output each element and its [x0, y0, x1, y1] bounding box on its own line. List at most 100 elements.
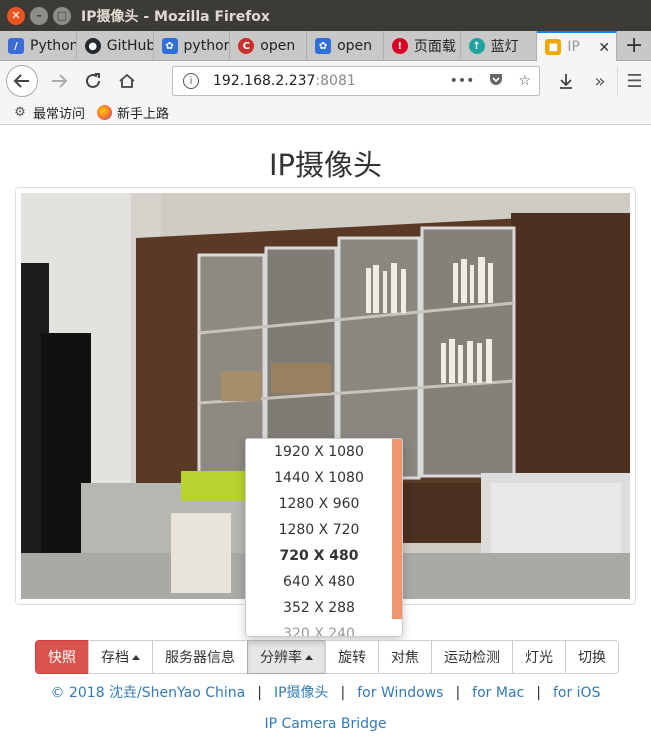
tab-close-icon[interactable]: ✕	[598, 40, 610, 56]
tab-label: open	[260, 38, 296, 54]
csdn-icon: C	[238, 38, 255, 54]
footer-link-mac[interactable]: for Mac	[472, 685, 524, 701]
tab-python-baidu[interactable]: ✿ python	[154, 31, 231, 61]
new-tab-button[interactable]: +	[617, 31, 651, 60]
tab-lantern[interactable]: ↑ 蓝灯	[461, 31, 538, 61]
window-minimize-icon[interactable]: –	[30, 6, 48, 25]
separator: |	[340, 685, 346, 701]
light-label: 灯光	[525, 650, 553, 666]
resolution-option[interactable]: 320 X 240	[246, 621, 392, 636]
rotate-label: 旋转	[338, 650, 366, 666]
focus-label: 对焦	[391, 650, 419, 666]
tab-label: 蓝灯	[490, 39, 519, 55]
tab-label: python	[183, 38, 230, 54]
tab-label: Python	[30, 38, 76, 54]
resolution-dropdown-menu[interactable]: 1920 X 1080 1440 X 1080 1280 X 960 1280 …	[245, 438, 403, 637]
site-info-icon[interactable]: i	[183, 73, 199, 89]
resolution-label: 分辨率	[260, 650, 302, 666]
tab-python[interactable]: / Python	[0, 31, 77, 61]
resolution-option-selected[interactable]: 720 X 480	[246, 543, 392, 569]
light-button[interactable]: 灯光	[512, 640, 566, 674]
lantern-icon: ↑	[468, 38, 485, 54]
firefox-icon	[97, 105, 113, 120]
dropdown-scrollbar[interactable]	[392, 439, 402, 619]
archive-label: 存档	[101, 650, 129, 666]
hamburger-menu-icon[interactable]: ☰	[617, 66, 651, 96]
tab-github[interactable]: ● GitHub	[77, 31, 154, 61]
tab-label: IP	[567, 39, 580, 55]
window-maximize-icon[interactable]: □	[53, 6, 71, 25]
url-port: :8081	[315, 73, 356, 89]
bookmarks-bar: ⚙ 最常访问 新手上路	[0, 101, 651, 125]
tab-label: open	[337, 38, 373, 54]
page-title: IP摄像头	[268, 148, 383, 182]
tab-label: 页面载	[413, 39, 456, 55]
tab-label: GitHub	[106, 38, 153, 54]
resolution-option[interactable]: 1440 X 1080	[246, 465, 392, 491]
resolution-option[interactable]: 1920 X 1080	[246, 439, 392, 465]
alert-icon: !	[391, 38, 408, 54]
tab-open-csdn[interactable]: C open	[230, 31, 308, 61]
footer-links: © 2018 沈垚/ShenYao China | IP摄像头 | for Window…	[0, 682, 651, 702]
download-icon[interactable]	[549, 66, 583, 96]
switch-label: 切换	[578, 650, 606, 666]
motion-detect-button[interactable]: 运动检测	[431, 640, 513, 674]
footer-link-ipcamera[interactable]: IP摄像头	[274, 685, 329, 701]
baidu-paw-icon: ✿	[161, 38, 178, 54]
back-arrow-icon[interactable]	[6, 65, 38, 97]
forward-arrow-icon[interactable]	[44, 66, 74, 96]
bookmark-most-visited[interactable]: ⚙ 最常访问	[12, 103, 85, 122]
tab-ip-camera[interactable]: ■ IP ✕	[537, 31, 618, 61]
motion-detect-label: 运动检测	[444, 650, 500, 666]
bookmark-label: 最常访问	[33, 107, 86, 122]
footer-link-windows[interactable]: for Windows	[357, 685, 443, 701]
overflow-chevron-icon[interactable]: »	[583, 66, 617, 96]
python-doc-icon: /	[8, 38, 24, 54]
baidu-paw-icon: ✿	[315, 38, 332, 54]
window-title: IP摄像头 - Mozilla Firefox	[81, 8, 270, 25]
url-text[interactable]: 192.168.2.237:8081	[213, 73, 356, 89]
snapshot-button[interactable]: 快照	[35, 640, 89, 674]
tab-strip: / Python ● GitHub ✿ python C open ✿ open…	[0, 31, 651, 61]
separator: |	[455, 685, 461, 701]
resolution-option[interactable]: 352 X 288	[246, 595, 392, 621]
caret-up-icon	[132, 654, 140, 660]
snapshot-label: 快照	[48, 650, 76, 666]
page-actions-icon[interactable]: •••	[450, 73, 475, 89]
window-titlebar: ✕ – □ IP摄像头 - Mozilla Firefox	[0, 0, 651, 31]
footer-bridge: IP Camera Bridge	[0, 716, 651, 732]
reload-icon[interactable]	[78, 66, 108, 96]
rotate-button[interactable]: 旋转	[325, 640, 379, 674]
tab-page-load-error[interactable]: ! 页面载	[384, 31, 461, 61]
resolution-option[interactable]: 1280 X 720	[246, 517, 392, 543]
pocket-icon[interactable]	[488, 71, 504, 91]
copyright-link[interactable]: © 2018 沈垚/ShenYao China	[51, 685, 246, 701]
bookmark-label: 新手上路	[117, 107, 170, 122]
focus-button[interactable]: 对焦	[378, 640, 432, 674]
server-info-label: 服务器信息	[165, 650, 235, 666]
gear-icon: ⚙	[14, 105, 26, 120]
bookmark-star-icon[interactable]: ☆	[518, 73, 531, 89]
window-close-icon[interactable]: ✕	[7, 6, 25, 25]
switch-button[interactable]: 切换	[565, 640, 619, 674]
resolution-option[interactable]: 640 X 480	[246, 569, 392, 595]
server-info-button[interactable]: 服务器信息	[152, 640, 248, 674]
resolution-option[interactable]: 1280 X 960	[246, 491, 392, 517]
resolution-button[interactable]: 分辨率	[247, 640, 326, 674]
archive-button[interactable]: 存档	[88, 640, 153, 674]
ip-camera-bridge-link[interactable]: IP Camera Bridge	[264, 716, 386, 732]
footer-link-ios[interactable]: for iOS	[553, 685, 601, 701]
url-host: 192.168.2.237	[213, 73, 316, 89]
navigation-bar: i 192.168.2.237:8081 ••• ☆ » ☰	[0, 61, 651, 101]
bookmark-getting-started[interactable]: 新手上路	[97, 103, 169, 122]
url-bar[interactable]: i 192.168.2.237:8081 ••• ☆	[172, 66, 540, 96]
page-content: IP摄像头 1920 X 1080 1440 X 1080 1280 X 960…	[0, 126, 651, 744]
caret-up-icon	[305, 654, 313, 660]
tab-open-baidu[interactable]: ✿ open	[307, 31, 384, 61]
separator: |	[536, 685, 541, 701]
github-icon: ●	[84, 38, 101, 54]
home-icon[interactable]	[112, 66, 142, 96]
separator: |	[257, 685, 262, 701]
camera-toolbar: 快照 存档 服务器信息 分辨率 旋转 对焦 运动检测 灯光 切换	[35, 640, 619, 674]
camera-icon: ■	[545, 39, 562, 55]
